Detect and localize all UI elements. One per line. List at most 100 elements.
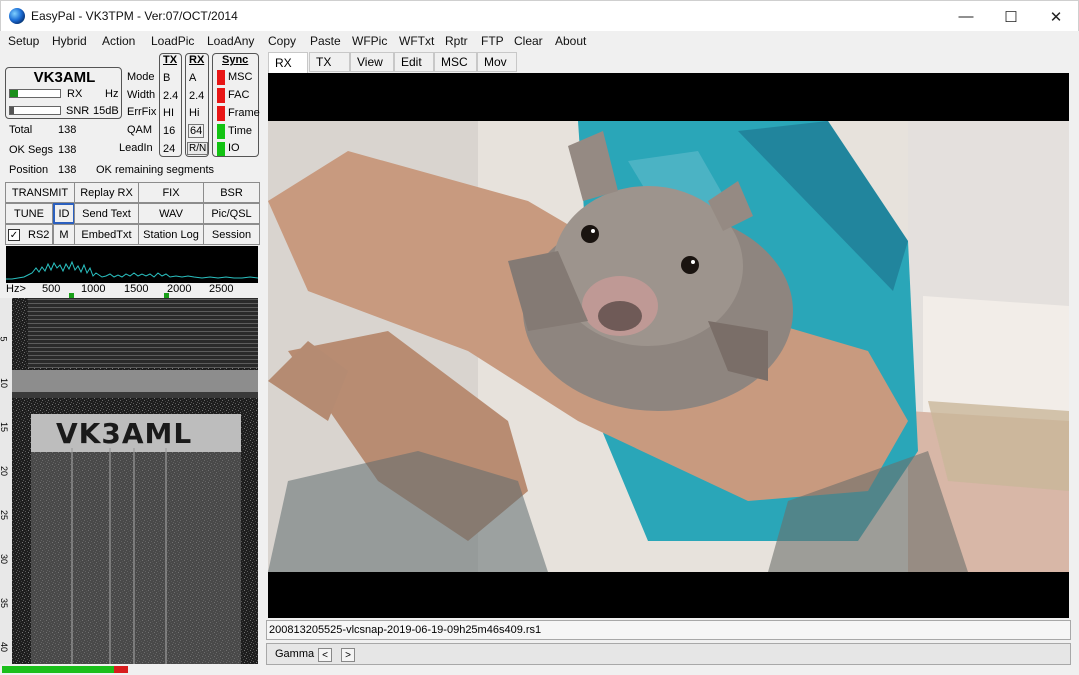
menu-wftxt[interactable]: WFTxt bbox=[399, 34, 434, 48]
progress-bad-fill bbox=[114, 666, 128, 673]
maximize-button[interactable]: ☐ bbox=[988, 1, 1034, 32]
checkbox-check-icon: ✓ bbox=[8, 228, 20, 241]
hz-label: Hz bbox=[105, 88, 119, 100]
menu-hybrid[interactable]: Hybrid bbox=[52, 34, 87, 48]
ok-segs-value: 138 bbox=[58, 144, 77, 156]
tx-leadin: 24 bbox=[163, 143, 176, 155]
sync-fac-label: FAC bbox=[228, 89, 250, 101]
wav-button[interactable]: WAV bbox=[138, 203, 204, 224]
rs2-label: RS2 bbox=[28, 228, 50, 241]
tick-2000: 2000 bbox=[167, 283, 192, 295]
transmit-button[interactable]: TRANSMIT bbox=[5, 182, 75, 203]
snr-label: SNR bbox=[66, 105, 90, 117]
tick-2500: 2500 bbox=[209, 283, 234, 295]
replay-rx-button[interactable]: Replay RX bbox=[74, 182, 139, 203]
gamma-decrease-button[interactable]: < bbox=[318, 648, 332, 662]
close-button[interactable]: ✕ bbox=[1033, 1, 1079, 32]
menu-ftp[interactable]: FTP bbox=[481, 34, 504, 48]
tx-errfix: HI bbox=[163, 107, 174, 119]
title-bar: EasyPal - VK3TPM - Ver:07/OCT/2014 — ☐ ✕ bbox=[0, 0, 1079, 31]
menu-action[interactable]: Action bbox=[102, 34, 135, 48]
chevron-left-icon: < bbox=[322, 649, 328, 661]
gamma-bar: Gamma < > bbox=[266, 643, 1071, 665]
waterfall-overlay-text: VK3AML bbox=[56, 417, 193, 450]
rx-level-meter bbox=[9, 89, 61, 98]
tab-tx[interactable]: TX bbox=[309, 52, 350, 72]
received-photo bbox=[268, 121, 1069, 572]
callsign: VK3AML bbox=[33, 69, 96, 86]
rx-width: 2.4 bbox=[189, 90, 205, 102]
rs2-checkbox[interactable]: ✓ RS2 bbox=[5, 224, 53, 245]
width-label: Width bbox=[127, 89, 156, 101]
tab-mov[interactable]: Mov bbox=[477, 52, 517, 72]
errfix-label: ErrFix bbox=[127, 106, 157, 118]
tab-view[interactable]: View bbox=[350, 52, 394, 72]
send-text-button[interactable]: Send Text bbox=[74, 203, 139, 224]
menu-loadpic[interactable]: LoadPic bbox=[151, 34, 194, 48]
menu-bar: Setup Hybrid Action LoadPic LoadAny Copy… bbox=[0, 31, 1079, 51]
sync-frame-indicator bbox=[217, 106, 225, 121]
leadin-label: LeadIn bbox=[119, 142, 153, 154]
tab-msc[interactable]: MSC bbox=[434, 52, 477, 72]
sync-io-indicator bbox=[217, 142, 225, 156]
sync-time-indicator bbox=[217, 124, 225, 139]
rx-qam: 64 bbox=[188, 124, 205, 138]
menu-copy[interactable]: Copy bbox=[268, 34, 296, 48]
axis-15: 15 bbox=[0, 421, 10, 433]
menu-wfpic[interactable]: WFPic bbox=[352, 34, 387, 48]
sync-frame-label: Frame bbox=[228, 107, 260, 119]
station-log-button[interactable]: Station Log bbox=[138, 224, 204, 245]
axis-25: 25 bbox=[0, 509, 10, 521]
total-value: 138 bbox=[58, 124, 77, 136]
pic-qsl-button[interactable]: Pic/QSL bbox=[203, 203, 260, 224]
progress-good-fill bbox=[2, 666, 114, 673]
snr-meter bbox=[9, 106, 61, 115]
callsign-box: VK3AML RX Hz SNR 15dB bbox=[5, 67, 122, 119]
qam-label: QAM bbox=[127, 124, 153, 136]
menu-rptr[interactable]: Rptr bbox=[445, 34, 468, 48]
menu-setup[interactable]: Setup bbox=[8, 34, 39, 48]
tick-1000: 1000 bbox=[81, 283, 106, 295]
remaining-text: OK remaining segments bbox=[96, 164, 214, 176]
embedtxt-button[interactable]: EmbedTxt bbox=[74, 224, 139, 245]
gamma-increase-button[interactable]: > bbox=[341, 648, 355, 662]
rn-button[interactable]: R/N bbox=[187, 142, 209, 155]
chevron-right-icon: > bbox=[345, 649, 351, 661]
minimize-button[interactable]: — bbox=[943, 1, 989, 32]
window-title: EasyPal - VK3TPM - Ver:07/OCT/2014 bbox=[31, 9, 238, 23]
rx-label: RX bbox=[67, 88, 83, 100]
m-button[interactable]: M bbox=[53, 224, 75, 245]
tab-rx[interactable]: RX bbox=[268, 52, 308, 73]
fix-button[interactable]: FIX bbox=[138, 182, 204, 203]
rx-errfix: Hi bbox=[189, 107, 200, 119]
menu-clear[interactable]: Clear bbox=[514, 34, 543, 48]
ok-segs-label: OK Segs bbox=[9, 144, 54, 156]
axis-5: 5 bbox=[0, 336, 9, 341]
globe-icon bbox=[9, 8, 25, 24]
gamma-label: Gamma bbox=[275, 648, 315, 660]
tune-button[interactable]: TUNE bbox=[5, 203, 53, 224]
tx-width: 2.4 bbox=[163, 90, 179, 102]
menu-loadany[interactable]: LoadAny bbox=[207, 34, 254, 48]
position-value: 138 bbox=[58, 164, 77, 176]
sync-msc-indicator bbox=[217, 70, 225, 85]
tab-edit[interactable]: Edit bbox=[394, 52, 434, 72]
rx-header: RX bbox=[189, 54, 205, 66]
snr-value: 15dB bbox=[93, 105, 119, 117]
session-button[interactable]: Session bbox=[203, 224, 260, 245]
received-image-view bbox=[268, 73, 1069, 618]
sync-fac-indicator bbox=[217, 88, 225, 103]
sync-header: Sync bbox=[222, 54, 249, 66]
ruler-prefix: Hz> bbox=[6, 283, 26, 295]
id-button[interactable]: ID bbox=[53, 203, 75, 224]
axis-30: 30 bbox=[0, 553, 10, 565]
bsr-button[interactable]: BSR bbox=[203, 182, 260, 203]
rx-params-box: RX A 2.4 Hi 64 R/N bbox=[185, 53, 209, 157]
total-label: Total bbox=[9, 124, 33, 136]
sync-time-label: Time bbox=[228, 125, 253, 137]
filename-text: 200813205525-vlcsnap-2019-06-19-09h25m46… bbox=[269, 624, 542, 636]
tx-qam: 16 bbox=[163, 125, 176, 137]
menu-about[interactable]: About bbox=[555, 34, 586, 48]
menu-paste[interactable]: Paste bbox=[310, 34, 341, 48]
rx-mode: A bbox=[189, 72, 197, 84]
